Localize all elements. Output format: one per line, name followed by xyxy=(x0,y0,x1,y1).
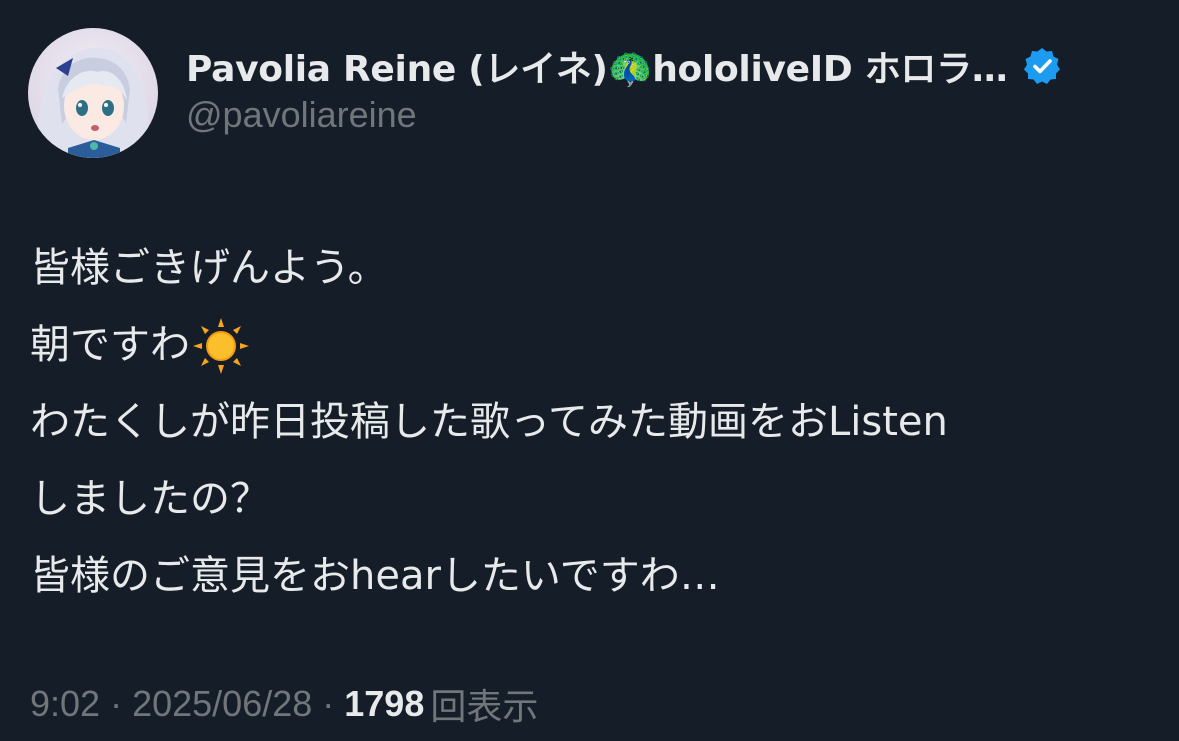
tweet-date[interactable]: 2025/06/28 xyxy=(132,683,312,725)
tweet-line: わたくしが昨日投稿した歌ってみた動画をおListen xyxy=(30,384,1160,461)
tweet-meta: 9:02 · 2025/06/28 · 1798 回表示 xyxy=(30,680,538,728)
meta-separator: · xyxy=(322,683,335,724)
tweet-line-text: 皆様ごきげんよう。 xyxy=(30,245,388,291)
avatar[interactable] xyxy=(28,28,158,158)
tweet-line: しましたの？ xyxy=(30,461,1160,538)
tweet-line: 皆様のご意見をおhearしたいですわ… xyxy=(30,538,1160,615)
meta-separator: · xyxy=(110,683,123,724)
avatar-image xyxy=(28,28,158,158)
tweet-line-text: 皆様のご意見をおhearしたいですわ… xyxy=(30,553,720,599)
author-name-row[interactable]: Pavolia Reine (レイネ)🦚hololiveID ホロラ… xyxy=(186,40,1062,92)
verified-badge-icon xyxy=(1023,48,1060,84)
author-display-name[interactable]: Pavolia Reine (レイネ)🦚hololiveID ホロラ… xyxy=(186,40,1008,92)
tweet-time[interactable]: 9:02 xyxy=(30,683,100,725)
tweet-line: 朝ですわ xyxy=(30,307,1160,384)
views-count: 1798 xyxy=(344,683,425,724)
tweet-line-text: わたくしが昨日投稿した歌ってみた動画をおListen xyxy=(30,399,948,445)
tweet-line-text: しましたの？ xyxy=(30,476,270,522)
views-label: 回表示 xyxy=(430,686,539,727)
sun-icon xyxy=(193,317,249,374)
tweet-text: 皆様ごきげんよう。 朝ですわ わたくしが昨日投稿した歌ってみた動画をおListe… xyxy=(30,230,1160,615)
author-handle[interactable]: @pavoliareine xyxy=(186,94,417,136)
tweet-line: 皆様ごきげんよう。 xyxy=(30,230,1160,307)
tweet-detail: Pavolia Reine (レイネ)🦚hololiveID ホロラ… @pav… xyxy=(0,0,1179,741)
tweet-line-text: 朝ですわ xyxy=(30,322,190,368)
